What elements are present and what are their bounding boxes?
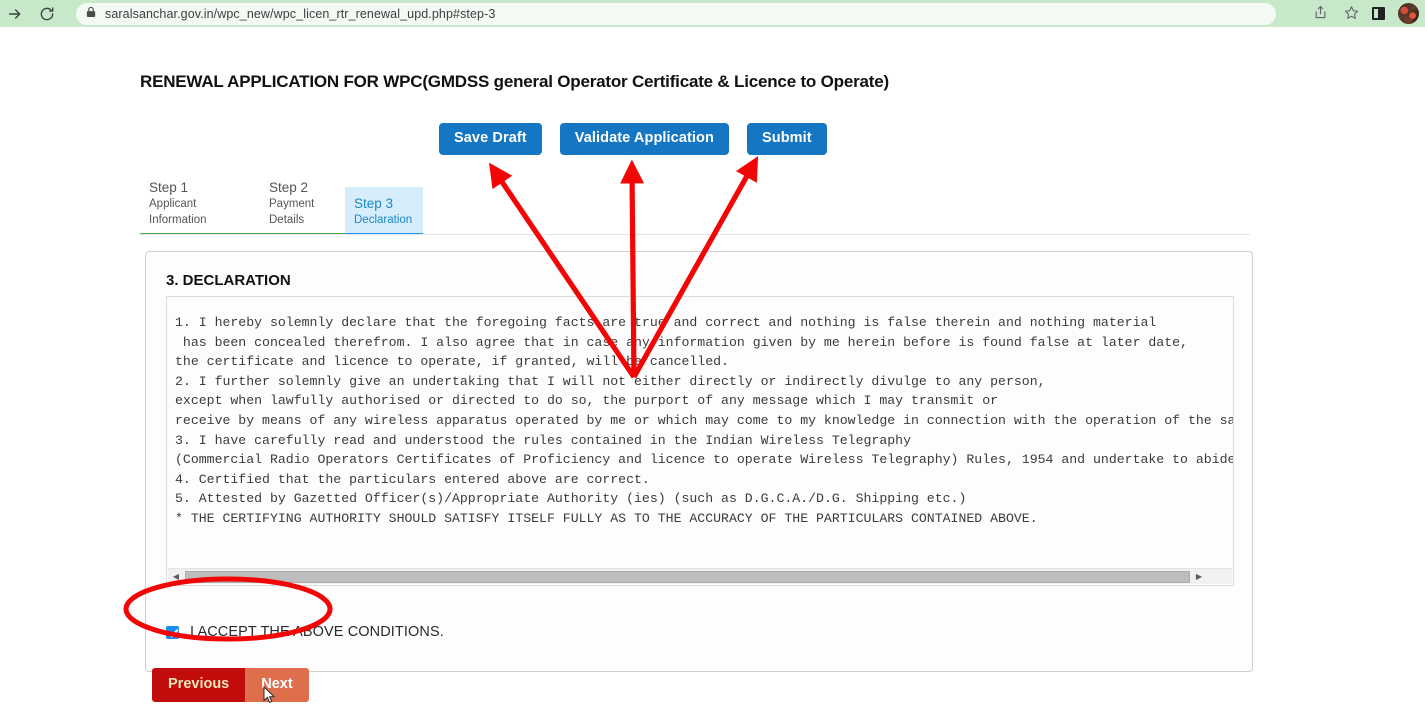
lock-icon [86,6,96,21]
step-2-subtitle: Payment Details [269,198,315,226]
step-tabs: Step 1 Applicant Information Step 2 Paym… [140,171,423,236]
scrollbar-left-arrow-icon[interactable]: ◀ [168,569,184,585]
address-bar[interactable]: saralsanchar.gov.in/wpc_new/wpc_licen_rt… [76,2,1276,25]
declaration-heading: 3. DECLARATION [166,272,291,289]
accept-conditions-label[interactable]: I ACCEPT THE ABOVE CONDITIONS. [190,624,444,640]
browser-toolbar: saralsanchar.gov.in/wpc_new/wpc_licen_rt… [0,0,1425,27]
step-3-subtitle: Declaration [354,213,413,226]
reload-icon[interactable] [34,1,60,27]
tab-step-1-applicant-information[interactable]: Step 1 Applicant Information [140,171,260,236]
step-1-subtitle: Applicant Information [149,198,207,226]
save-draft-button[interactable]: Save Draft [439,123,542,155]
step-3-title: Step 3 [354,195,394,211]
scrollbar-right-arrow-icon[interactable]: ▶ [1191,569,1207,585]
tab-step-2-payment-details[interactable]: Step 2 Payment Details [260,171,345,236]
url-text: saralsanchar.gov.in/wpc_new/wpc_licen_rt… [105,6,496,21]
accept-conditions-checkbox[interactable] [166,625,179,639]
action-buttons: Save Draft Validate Application Submit [439,123,827,155]
profile-avatar-icon[interactable] [1398,3,1419,24]
validate-application-button[interactable]: Validate Application [559,123,729,155]
declaration-card: 3. DECLARATION 1. I hereby solemnly decl… [145,251,1253,672]
previous-button[interactable]: Previous [152,668,246,702]
page-content: RENEWAL APPLICATION FOR WPC(GMDSS genera… [0,27,1425,707]
share-icon[interactable] [1313,5,1328,23]
declaration-horizontal-scrollbar[interactable]: ◀ ▶ [168,568,1232,584]
declaration-body-text: 1. I hereby solemnly declare that the fo… [175,315,1234,526]
accept-conditions-row: I ACCEPT THE ABOVE CONDITIONS. [166,624,444,640]
omnibox-actions [1313,0,1359,27]
forward-arrow-icon[interactable] [2,1,28,27]
submit-button[interactable]: Submit [746,123,827,155]
page-title: RENEWAL APPLICATION FOR WPC(GMDSS genera… [140,72,889,91]
steps-baseline [140,234,1250,235]
scrollbar-thumb[interactable] [185,570,1190,583]
declaration-text-box[interactable]: 1. I hereby solemnly declare that the fo… [166,296,1234,586]
side-panel-icon[interactable] [1372,7,1385,20]
next-button[interactable]: Next [245,668,309,702]
wizard-navigation: Previous Next [152,668,309,702]
star-icon[interactable] [1344,5,1359,23]
step-1-title: Step 1 [149,180,189,195]
step-2-title: Step 2 [269,180,309,195]
clipped-header-row [0,27,1425,41]
tab-step-3-declaration[interactable]: Step 3 Declaration [345,186,423,236]
